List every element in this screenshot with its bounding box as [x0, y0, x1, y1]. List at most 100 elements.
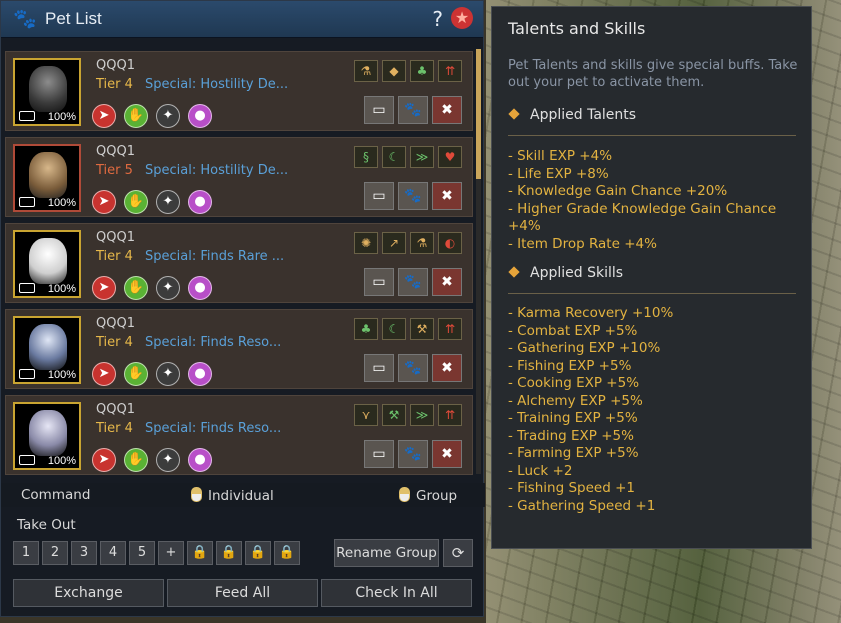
pet-portrait[interactable]: 100%	[13, 402, 81, 470]
pet-image	[29, 152, 67, 198]
pet-action-run-icon[interactable]: ➤	[92, 448, 116, 472]
pet-list-scrollbar[interactable]	[476, 49, 481, 474]
seal-button[interactable]: ✖	[432, 354, 462, 382]
pet-action-hand-icon[interactable]: ✋	[124, 104, 148, 128]
talent-line: +4%	[508, 218, 541, 234]
paw-icon: 🐾	[13, 8, 37, 30]
pet-card[interactable]: 100% QQQ1 Tier 5 Special: Hostility De..…	[5, 137, 473, 217]
group-slot-5[interactable]: 5	[129, 541, 155, 565]
pet-action-run-icon[interactable]: ➤	[92, 104, 116, 128]
skill-line: - Farming EXP +5%	[508, 445, 639, 461]
pet-list: 100% QQQ1 Tier 4 Special: Hostility De..…	[5, 47, 473, 477]
pet-action-hand-icon[interactable]: ✋	[124, 448, 148, 472]
seal-button[interactable]: ✖	[432, 440, 462, 468]
talents-list: - Skill EXP +4% - Life EXP +8% - Knowled…	[508, 148, 798, 253]
pet-action-bag-icon[interactable]: ●	[188, 362, 212, 386]
favorite-star-icon[interactable]: ★	[451, 7, 473, 29]
clover-icon: ♣	[410, 60, 434, 82]
paw-button[interactable]: 🐾	[398, 440, 428, 468]
pet-portrait[interactable]: 100%	[13, 316, 81, 384]
pet-action-run-icon[interactable]: ➤	[92, 276, 116, 300]
dragon-icon: §	[354, 146, 378, 168]
talents-header-label: Applied Talents	[530, 107, 637, 123]
diamond-icon	[508, 266, 520, 278]
pet-action-run-icon[interactable]: ➤	[92, 362, 116, 386]
sickle-icon: ☾	[382, 318, 406, 340]
pet-action-hand-icon[interactable]: ✋	[124, 362, 148, 386]
pickaxe-icon: ⚒	[410, 318, 434, 340]
feed-button[interactable]: ▭	[364, 268, 394, 296]
skill-line: - Gathering Speed +1	[508, 497, 656, 514]
skill-line: - Karma Recovery +10%	[508, 305, 674, 321]
pet-action-bag-icon[interactable]: ●	[188, 104, 212, 128]
take-out-slots: 1 2 3 4 5 + 🔒 🔒 🔒 🔒	[13, 541, 300, 565]
seal-button[interactable]: ✖	[432, 182, 462, 210]
pet-action-bag-icon[interactable]: ●	[188, 276, 212, 300]
paw-button[interactable]: 🐾	[398, 354, 428, 382]
pet-name: QQQ1	[96, 402, 135, 417]
pet-action-bag-icon[interactable]: ●	[188, 448, 212, 472]
paw-button[interactable]: 🐾	[398, 96, 428, 124]
individual-command: Individual	[191, 487, 274, 504]
pet-action-compass-icon[interactable]: ✦	[156, 276, 180, 300]
pet-portrait[interactable]: 100%	[13, 58, 81, 126]
group-slot-4[interactable]: 4	[100, 541, 126, 565]
group-slot-1[interactable]: 1	[13, 541, 39, 565]
pet-action-compass-icon[interactable]: ✦	[156, 448, 180, 472]
pet-image	[29, 324, 67, 370]
pet-special: Special: Finds Reso...	[145, 335, 282, 350]
wing-icon: ≫	[410, 146, 434, 168]
heart-icon: ♥	[438, 146, 462, 168]
pet-tier: Tier 4	[96, 249, 133, 264]
pet-portrait[interactable]: 100%	[13, 230, 81, 298]
pet-card[interactable]: 100% QQQ1 Tier 4 Special: Finds Rare ...…	[5, 223, 473, 303]
group-command: Group	[399, 487, 457, 504]
pet-card[interactable]: 100% QQQ1 Tier 4 Special: Finds Reso... …	[5, 395, 473, 475]
title-bar[interactable]: 🐾 Pet List ? ★	[1, 1, 483, 38]
seal-button[interactable]: ✖	[432, 268, 462, 296]
food-icon	[19, 197, 35, 207]
feed-button[interactable]: ▭	[364, 96, 394, 124]
add-group-button[interactable]: +	[158, 541, 184, 565]
pet-image	[29, 410, 67, 456]
group-slot-3[interactable]: 3	[71, 541, 97, 565]
pet-action-run-icon[interactable]: ➤	[92, 190, 116, 214]
seal-button[interactable]: ✖	[432, 96, 462, 124]
paw-button[interactable]: 🐾	[398, 182, 428, 210]
talent-line: - Life EXP +8%	[508, 165, 609, 182]
applied-talents-header: Applied Talents	[508, 107, 637, 123]
hunger-percent: 100%	[47, 111, 76, 123]
pet-card[interactable]: 100% QQQ1 Tier 4 Special: Finds Reso... …	[5, 309, 473, 389]
skill-line: - Combat EXP +5%	[508, 322, 638, 339]
pet-action-compass-icon[interactable]: ✦	[156, 190, 180, 214]
tooltip-title: Talents and Skills	[508, 19, 646, 38]
check-in-all-button[interactable]: Check In All	[321, 579, 472, 607]
pet-action-hand-icon[interactable]: ✋	[124, 276, 148, 300]
skill-line: - Alchemy EXP +5%	[508, 392, 643, 409]
feed-button[interactable]: ▭	[364, 354, 394, 382]
pet-card[interactable]: 100% QQQ1 Tier 4 Special: Hostility De..…	[5, 51, 473, 131]
paw-button[interactable]: 🐾	[398, 268, 428, 296]
help-button[interactable]: ?	[432, 7, 443, 31]
feed-button[interactable]: ▭	[364, 182, 394, 210]
rename-group-button[interactable]: Rename Group	[334, 539, 439, 567]
diamond-icon	[508, 108, 520, 120]
refresh-icon[interactable]: ⟳	[443, 539, 473, 567]
skills-list: - Karma Recovery +10% - Combat EXP +5% -…	[508, 305, 798, 515]
divider	[508, 293, 796, 294]
pet-action-hand-icon[interactable]: ✋	[124, 190, 148, 214]
feed-all-button[interactable]: Feed All	[167, 579, 318, 607]
feed-button[interactable]: ▭	[364, 440, 394, 468]
divider	[508, 135, 796, 136]
scrollbar-thumb[interactable]	[476, 49, 481, 179]
pet-name: QQQ1	[96, 144, 135, 159]
pet-action-compass-icon[interactable]: ✦	[156, 104, 180, 128]
pet-action-compass-icon[interactable]: ✦	[156, 362, 180, 386]
group-slot-2[interactable]: 2	[42, 541, 68, 565]
bottom-buttons: Exchange Feed All Check In All	[13, 579, 472, 607]
skill-line: - Training EXP +5%	[508, 410, 638, 426]
exchange-button[interactable]: Exchange	[13, 579, 164, 607]
pet-portrait[interactable]: 100%	[13, 144, 81, 212]
bag-icon: ◆	[382, 60, 406, 82]
pet-action-bag-icon[interactable]: ●	[188, 190, 212, 214]
